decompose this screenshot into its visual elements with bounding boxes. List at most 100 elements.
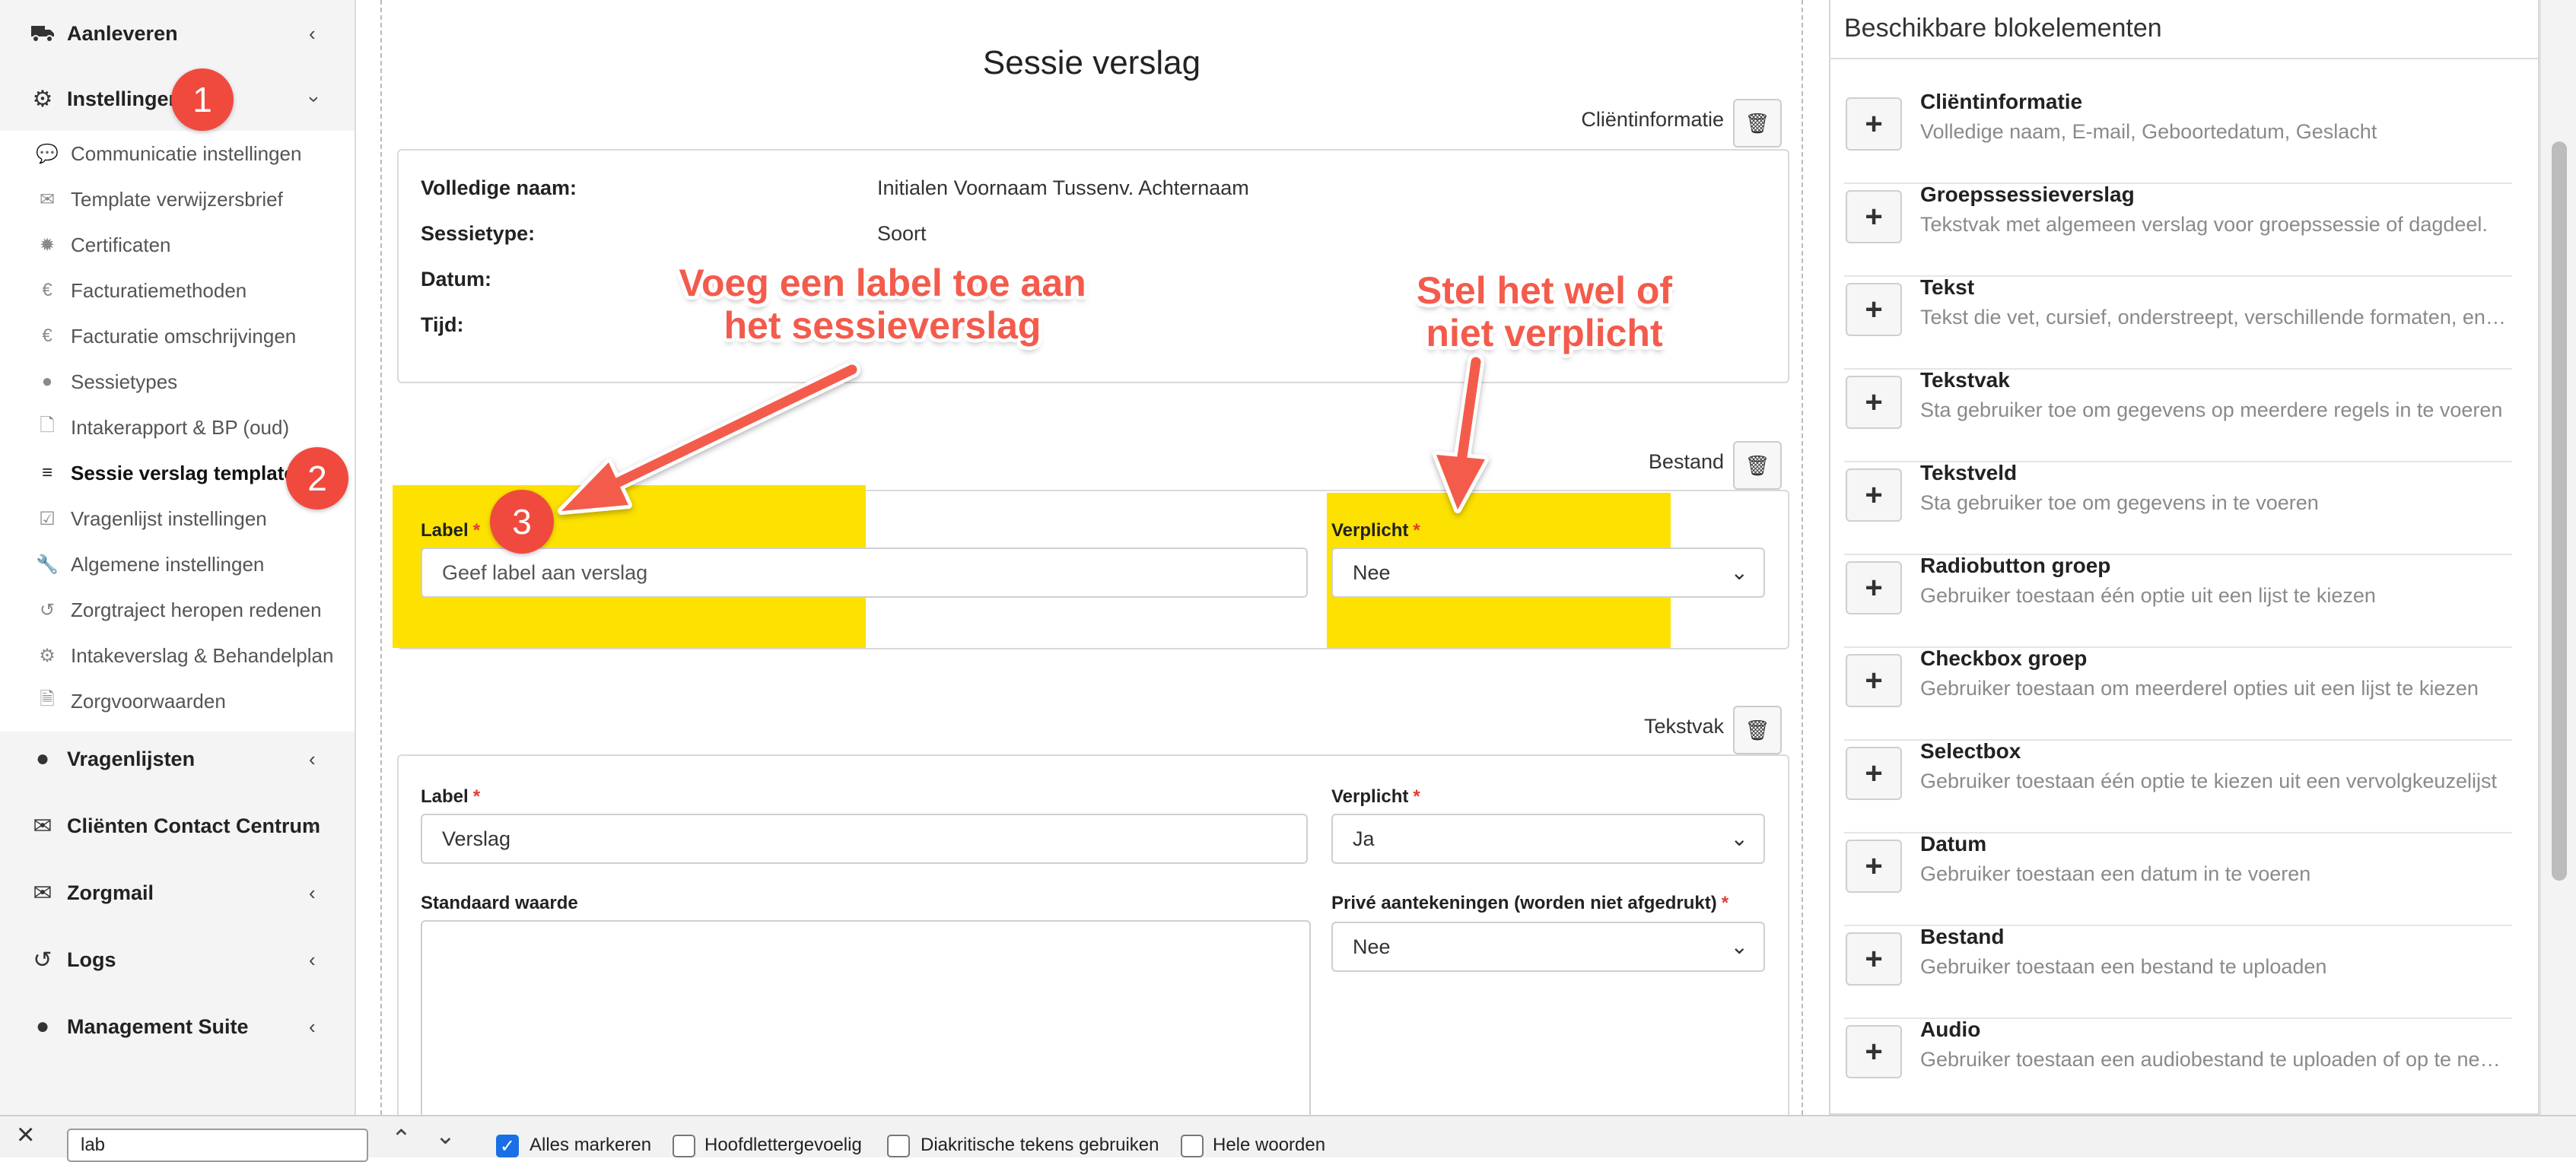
- envelope-icon: ✉: [33, 880, 52, 906]
- sidebar-item-facturatie-omschrijvingen[interactable]: € Facturatie omschrijvingen: [0, 313, 355, 359]
- sidebar-item-template-verwijzersbrief[interactable]: ✉ Template verwijzersbrief: [0, 176, 355, 222]
- trash-icon: 🗑: [1744, 453, 1770, 477]
- sidebar-submenu: 💬 Communicatie instellingen ✉ Template v…: [0, 131, 355, 732]
- block-item-title: Tekstveld: [1920, 461, 2018, 484]
- block-item[interactable]: + Tekstveld Sta gebruiker toe om gegeven…: [1844, 461, 2512, 555]
- tekstvak-verplicht-select[interactable]: Ja ⌄: [1331, 814, 1765, 864]
- add-block-button[interactable]: +: [1846, 376, 1902, 429]
- sidebar-item-certificaten[interactable]: ✹ Certificaten: [0, 222, 355, 268]
- add-block-button[interactable]: +: [1846, 654, 1902, 707]
- step-badge-3: 3: [490, 490, 554, 554]
- field-label-standaard-waarde: Standaard waarde: [421, 893, 578, 913]
- tekstvak-label-input[interactable]: Verslag: [421, 814, 1308, 864]
- block-item[interactable]: + Datum Gebruiker toestaan een datum in …: [1844, 832, 2512, 926]
- block-item-description: Gebruiker toestaan om meerderel opties u…: [1920, 677, 2479, 700]
- undo-icon: ↺: [39, 599, 56, 621]
- client-field-label: Tijd:: [421, 313, 464, 336]
- add-block-button[interactable]: +: [1846, 283, 1902, 336]
- prive-aantekeningen-select[interactable]: Nee ⌄: [1331, 922, 1765, 972]
- sidebar-section-aanleveren[interactable]: Aanleveren ‹: [0, 0, 355, 67]
- field-label-label: Label *: [421, 520, 481, 541]
- standaard-waarde-textarea[interactable]: [421, 920, 1311, 1116]
- block-item-description: Gebruiker toestaan één optie uit een lij…: [1920, 584, 2376, 607]
- sidebar-section-label: Instellingen: [67, 87, 182, 110]
- find-input[interactable]: lab: [67, 1129, 368, 1162]
- chevron-down-icon: ⌄: [1730, 935, 1748, 958]
- chevron-down-icon[interactable]: ⌄: [435, 1121, 456, 1150]
- sidebar-section-label: Management Suite: [67, 1014, 249, 1038]
- block-item[interactable]: + Checkbox groep Gebruiker toestaan om m…: [1844, 646, 2512, 741]
- field-label-verplicht: Verplicht *: [1331, 520, 1420, 541]
- chevron-up-icon[interactable]: ⌃: [391, 1124, 412, 1153]
- add-block-button[interactable]: +: [1846, 932, 1902, 986]
- field-label-verplicht: Verplicht *: [1331, 786, 1420, 807]
- sidebar-section-logs[interactable]: ↺ Logs ‹: [0, 926, 355, 993]
- block-item[interactable]: + Selectbox Gebruiker toestaan één optie…: [1844, 739, 2512, 833]
- add-block-button[interactable]: +: [1846, 468, 1902, 522]
- delete-block-button[interactable]: 🗑: [1733, 441, 1782, 490]
- envelope-icon: ✉: [39, 189, 56, 210]
- sidebar-item-label: Zorgtraject heropen redenen: [71, 598, 322, 621]
- trash-icon: 🗑: [1744, 111, 1770, 135]
- checkbox-diakritische-tekens[interactable]: [887, 1135, 910, 1157]
- block-caption-tekstvak: Tekstvak: [1643, 715, 1724, 738]
- sidebar-section-management-suite[interactable]: ● Management Suite ‹: [0, 993, 355, 1060]
- sidebar-section-clienten-contact-centrum[interactable]: ✉ Cliënten Contact Centrum ‹: [0, 792, 355, 859]
- block-item[interactable]: + Audio Gebruiker toestaan een audiobest…: [1844, 1018, 2512, 1110]
- block-item[interactable]: + Tekst Tekst die vet, cursief, onderstr…: [1844, 275, 2512, 370]
- block-item-description: Gebruiker toestaan een audiobestand te u…: [1920, 1048, 2512, 1071]
- block-item[interactable]: + Groepssessieverslag Tekstvak met algem…: [1844, 183, 2512, 277]
- client-field-label: Sessietype:: [421, 222, 536, 245]
- bestand-verplicht-select[interactable]: Nee ⌄: [1331, 548, 1765, 598]
- document-icon: 🗋: [40, 414, 55, 436]
- block-item-title: Datum: [1920, 832, 1987, 856]
- client-field-value: Soort: [877, 222, 927, 245]
- sidebar-item-zorgtraject-heropen[interactable]: ↺ Zorgtraject heropen redenen: [0, 587, 355, 633]
- scrollbar-thumb[interactable]: [2552, 141, 2567, 881]
- sidebar-item-zorgvoorwaarden[interactable]: 🗎 Zorgvoorwaarden: [0, 678, 355, 724]
- add-block-button[interactable]: +: [1846, 1025, 1902, 1078]
- divider: [1829, 58, 2539, 59]
- add-block-button[interactable]: +: [1846, 840, 1902, 893]
- gear-icon: ⚙: [39, 645, 56, 666]
- database-icon: ≡: [41, 462, 52, 483]
- label-input-placeholder: Geef label aan verslag: [442, 560, 648, 584]
- sidebar-section-vragenlijsten[interactable]: ● Vragenlijsten ‹: [0, 725, 355, 792]
- block-item-title: Selectbox: [1920, 739, 2021, 763]
- block-caption-bestand: Bestand: [1648, 450, 1724, 473]
- sidebar-item-label: Facturatie omschrijvingen: [71, 324, 297, 348]
- sidebar-item-intakerapport[interactable]: 🗋 Intakerapport & BP (oud): [0, 405, 355, 450]
- block-item[interactable]: + Radiobutton groep Gebruiker toestaan é…: [1844, 554, 2512, 648]
- checkbox-hoofdlettergevoelig[interactable]: [673, 1135, 695, 1157]
- add-block-button[interactable]: +: [1846, 97, 1902, 151]
- checkbox-hele-woorden[interactable]: [1181, 1135, 1204, 1157]
- block-item[interactable]: + Bestand Gebruiker toestaan een bestand…: [1844, 925, 2512, 1019]
- block-item-description: Tekst die vet, cursief, onderstreept, ve…: [1920, 306, 2512, 329]
- bestand-label-input[interactable]: Geef label aan verslag: [421, 548, 1308, 598]
- add-block-button[interactable]: +: [1846, 561, 1902, 614]
- sidebar-item-algemene-instellingen[interactable]: 🔧 Algemene instellingen: [0, 541, 355, 587]
- delete-block-button[interactable]: 🗑: [1733, 706, 1782, 754]
- sidebar-item-communicatie[interactable]: 💬 Communicatie instellingen: [0, 131, 355, 176]
- block-item-description: Gebruiker toestaan een datum in te voere…: [1920, 862, 2311, 885]
- delete-block-button[interactable]: 🗑: [1733, 99, 1782, 148]
- sidebar-item-facturatiemethoden[interactable]: € Facturatiemethoden: [0, 268, 355, 313]
- sidebar-item-intakeverslag[interactable]: ⚙ Intakeverslag & Behandelplan: [0, 633, 355, 678]
- globe-icon: ●: [35, 1014, 50, 1039]
- block-item-title: Tekst: [1920, 275, 1975, 299]
- sidebar-item-sessietypes[interactable]: ● Sessietypes: [0, 359, 355, 405]
- field-label-prive: Privé aantekeningen (worden niet afgedru…: [1331, 893, 1729, 913]
- sidebar-section-zorgmail[interactable]: ✉ Zorgmail ‹: [0, 859, 355, 926]
- add-block-button[interactable]: +: [1846, 190, 1902, 243]
- close-icon[interactable]: ×: [17, 1119, 34, 1150]
- block-item[interactable]: + Tekstvak Sta gebruiker toe om gegevens…: [1844, 368, 2512, 462]
- checkbox-alles-markeren[interactable]: ✓: [496, 1135, 519, 1157]
- client-field-label: Volledige naam:: [421, 176, 577, 199]
- sidebar-item-label: Sessietypes: [71, 370, 178, 393]
- add-block-button[interactable]: +: [1846, 747, 1902, 800]
- globe-icon: ●: [35, 746, 50, 771]
- sidebar-item-label: Sessie verslag template: [71, 461, 295, 484]
- block-item[interactable]: + Cliëntinformatie Volledige naam, E-mai…: [1844, 90, 2512, 184]
- globe-icon: ●: [41, 371, 53, 392]
- block-item-title: Cliëntinformatie: [1920, 90, 2083, 113]
